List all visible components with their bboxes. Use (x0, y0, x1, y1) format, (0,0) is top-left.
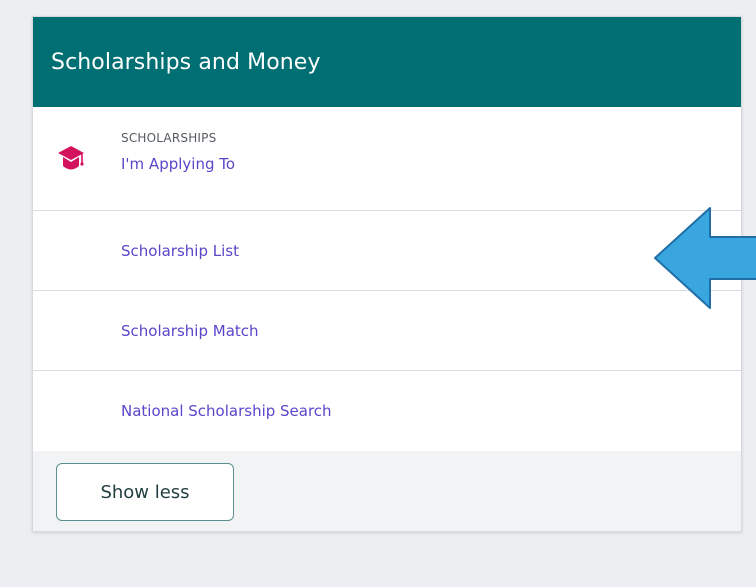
section-label: SCHOLARSHIPS (121, 130, 217, 145)
link-national-scholarship-search[interactable]: National Scholarship Search (121, 402, 332, 420)
list-item-applying-to[interactable]: SCHOLARSHIPS I'm Applying To (33, 107, 741, 211)
card-title: Scholarships and Money (51, 49, 321, 75)
card-header: Scholarships and Money (33, 17, 741, 107)
show-less-button[interactable]: Show less (56, 463, 234, 521)
graduation-cap-icon (58, 146, 84, 170)
left-arrow-icon (654, 207, 756, 309)
card-footer: Show less (33, 451, 741, 531)
section-text: SCHOLARSHIPS I'm Applying To (121, 131, 235, 173)
link-scholarship-list[interactable]: Scholarship List (121, 242, 239, 260)
list-item-scholarship-list[interactable]: Scholarship List (33, 211, 741, 291)
link-scholarship-match[interactable]: Scholarship Match (121, 322, 259, 340)
scholarships-card: Scholarships and Money SCHOLARSHIPS I'm … (32, 16, 742, 532)
link-applying-to[interactable]: I'm Applying To (121, 155, 235, 173)
list-item-national-scholarship-search[interactable]: National Scholarship Search (33, 371, 741, 451)
list-item-scholarship-match[interactable]: Scholarship Match (33, 291, 741, 371)
